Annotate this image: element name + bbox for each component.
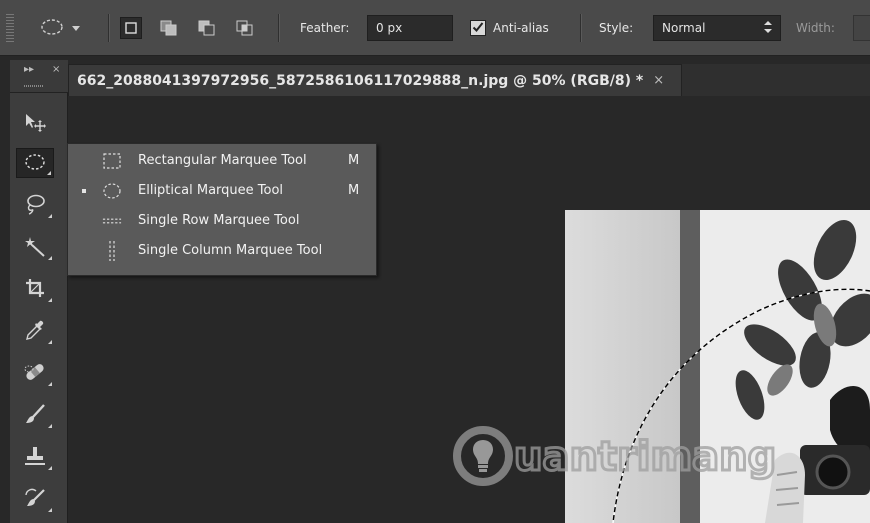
panel-grip[interactable] bbox=[24, 85, 44, 87]
elliptical-marquee-icon bbox=[102, 182, 122, 200]
style-select-value: Normal bbox=[662, 21, 706, 35]
elliptical-marquee-preset-icon bbox=[40, 17, 66, 40]
single-row-marquee-icon bbox=[102, 212, 122, 230]
elliptical-marquee-tool-button[interactable] bbox=[16, 148, 54, 178]
options-bar: Feather: 0 px Anti-alias Style: Normal W… bbox=[0, 0, 870, 56]
history-brush-icon bbox=[23, 487, 47, 512]
width-input[interactable] bbox=[853, 15, 870, 41]
style-select[interactable]: Normal bbox=[653, 15, 781, 41]
flyout-indicator bbox=[48, 508, 52, 512]
watermark-text: uantrimang bbox=[514, 434, 776, 480]
stamp-icon bbox=[23, 445, 47, 470]
crop-tool-button[interactable] bbox=[16, 274, 54, 304]
single-column-marquee-icon bbox=[102, 241, 122, 261]
tool-preset-picker[interactable] bbox=[40, 0, 80, 56]
move-icon bbox=[23, 112, 47, 135]
rectangular-marquee-icon bbox=[102, 152, 122, 170]
document-title: 662_2088041397972956_5872586106117029888… bbox=[77, 72, 644, 89]
magic-wand-icon bbox=[23, 235, 47, 260]
flyout-item-shortcut: M bbox=[348, 183, 360, 198]
flyout-indicator bbox=[48, 214, 52, 218]
flyout-item-single-column-marquee[interactable]: Single Column Marquee Tool bbox=[68, 236, 376, 266]
history-brush-tool-button[interactable] bbox=[16, 484, 54, 514]
flyout-indicator bbox=[48, 466, 52, 470]
feather-input[interactable]: 0 px bbox=[367, 15, 453, 41]
subtract-from-selection-button[interactable] bbox=[196, 17, 218, 39]
close-panel-button[interactable]: × bbox=[52, 64, 60, 75]
healing-bandage-icon bbox=[23, 361, 47, 386]
selected-bullet-icon bbox=[82, 189, 86, 193]
flyout-indicator bbox=[47, 171, 51, 175]
flyout-item-shortcut: M bbox=[348, 153, 360, 168]
checkmark-icon bbox=[472, 21, 484, 36]
eyedropper-tool-button[interactable] bbox=[16, 316, 54, 346]
marquee-tools-flyout-menu: Rectangular Marquee Tool M Elliptical Ma… bbox=[67, 143, 377, 276]
flyout-item-rectangular-marquee[interactable]: Rectangular Marquee Tool M bbox=[68, 146, 376, 176]
close-document-button[interactable]: × bbox=[653, 73, 664, 88]
flyout-indicator bbox=[48, 298, 52, 302]
eyedropper-icon bbox=[23, 319, 47, 344]
crop-icon bbox=[23, 277, 47, 302]
flyout-item-single-row-marquee[interactable]: Single Row Marquee Tool bbox=[68, 206, 376, 236]
flyout-item-label: Elliptical Marquee Tool bbox=[138, 183, 284, 198]
flyout-indicator bbox=[48, 340, 52, 344]
separator bbox=[278, 14, 279, 42]
flyout-item-label: Single Column Marquee Tool bbox=[138, 243, 323, 258]
style-label: Style: bbox=[599, 21, 634, 35]
options-bar-grip[interactable] bbox=[6, 14, 14, 42]
flyout-item-label: Rectangular Marquee Tool bbox=[138, 153, 307, 168]
flyout-indicator bbox=[48, 424, 52, 428]
up-down-arrow-icon bbox=[764, 20, 772, 36]
flyout-indicator bbox=[48, 256, 52, 260]
chevron-down-icon bbox=[72, 21, 80, 35]
tab-strip-empty-area bbox=[682, 64, 870, 96]
anti-alias-checkbox[interactable] bbox=[470, 20, 486, 36]
feather-label: Feather: bbox=[300, 21, 350, 35]
flyout-item-elliptical-marquee[interactable]: Elliptical Marquee Tool M bbox=[68, 176, 376, 206]
clone-stamp-tool-button[interactable] bbox=[16, 442, 54, 472]
move-tool-button[interactable] bbox=[16, 108, 54, 138]
spot-healing-brush-tool-button[interactable] bbox=[16, 358, 54, 388]
lasso-icon bbox=[23, 193, 47, 218]
flyout-item-label: Single Row Marquee Tool bbox=[138, 213, 300, 228]
lasso-tool-button[interactable] bbox=[16, 190, 54, 220]
separator bbox=[108, 14, 109, 42]
brush-icon bbox=[23, 403, 47, 428]
magic-wand-tool-button[interactable] bbox=[16, 232, 54, 262]
collapse-panel-button[interactable]: ▸▸ bbox=[24, 64, 34, 75]
document-tab[interactable]: 662_2088041397972956_5872586106117029888… bbox=[68, 64, 682, 96]
anti-alias-label: Anti-alias bbox=[493, 21, 549, 35]
add-to-selection-button[interactable] bbox=[158, 17, 180, 39]
tools-panel: ▸▸ × bbox=[10, 60, 68, 523]
width-label: Width: bbox=[796, 21, 835, 35]
elliptical-marquee-icon bbox=[23, 152, 47, 175]
watermark-logo: uantrimang bbox=[448, 416, 808, 496]
flyout-indicator bbox=[48, 382, 52, 386]
intersect-selection-button[interactable] bbox=[234, 17, 256, 39]
tools-panel-header: ▸▸ × bbox=[10, 60, 68, 93]
separator bbox=[580, 14, 581, 42]
new-selection-button[interactable] bbox=[120, 17, 142, 39]
brush-tool-button[interactable] bbox=[16, 400, 54, 430]
